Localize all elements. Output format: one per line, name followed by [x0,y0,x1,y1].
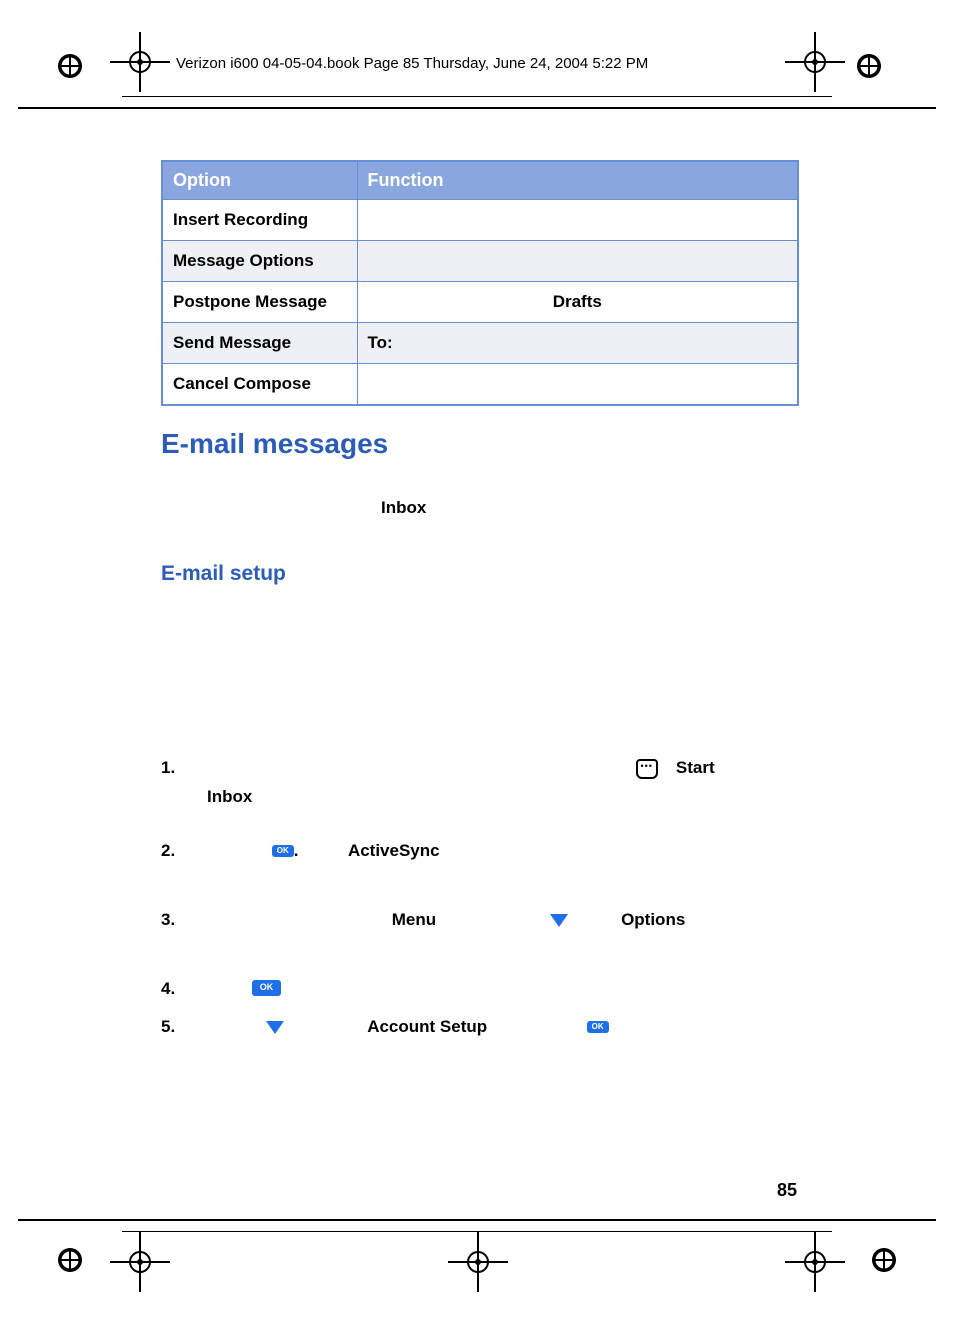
cross-mark-icon [110,1232,170,1292]
steps-list: 1. Start Inbox 2. OK. ActiveSync 3. [161,756,799,1040]
cell-function-text: Drafts [553,292,602,311]
activesync-label: ActiveSync [348,841,440,860]
page-header: Verizon i600 04-05-04.book Page 85 Thurs… [176,55,648,72]
start-label: Start [676,758,715,777]
inbox-label: Inbox [381,498,799,518]
down-arrow-icon [550,914,568,927]
cell-option: Message Options [162,241,357,282]
cross-mark-icon [448,1232,508,1292]
divider [122,96,832,97]
cell-function-text: To: [368,333,393,352]
step-number: 4. [161,977,197,1002]
content-area: Option Function Insert Recording Message… [161,160,799,1070]
reg-mark-icon [855,52,883,80]
list-item: 1. Start Inbox [161,756,799,809]
step-number: 2. [161,839,197,864]
reg-mark-icon [56,1246,84,1274]
step-body: OK. ActiveSync [197,839,799,864]
table-header-option: Option [162,161,357,200]
account-setup-label: Account Setup [367,1017,487,1036]
step-body: Start Inbox [197,756,799,809]
reg-mark-icon [56,52,84,80]
cell-option: Send Message [162,323,357,364]
table-row: Cancel Compose [162,364,798,406]
cell-function: To: [357,323,798,364]
reg-mark-icon [870,1246,898,1274]
inbox-label-step: Inbox [207,785,252,810]
step-number: 3. [161,908,197,933]
cross-mark-icon [785,32,845,92]
step-body: Account Setup OK [197,1015,799,1040]
cell-option: Cancel Compose [162,364,357,406]
cross-mark-icon [785,1232,845,1292]
cell-function [357,241,798,282]
dot: . [294,841,299,860]
table-row: Insert Recording [162,200,798,241]
ok-button-icon: OK [587,1021,609,1033]
cell-function [357,200,798,241]
heading-email-messages: E-mail messages [161,428,799,460]
table-row: Postpone Message Drafts [162,282,798,323]
table-row: Send Message To: [162,323,798,364]
options-table: Option Function Insert Recording Message… [161,160,799,406]
cell-option: Postpone Message [162,282,357,323]
start-key-icon [636,759,658,779]
list-item: 3. Menu Options [161,908,799,933]
cell-function [357,364,798,406]
ok-button-icon: OK [252,980,282,996]
divider [122,1231,832,1232]
table-row: Message Options [162,241,798,282]
options-label: Options [621,910,685,929]
menu-label: Menu [392,910,436,929]
cross-mark-icon [110,32,170,92]
down-arrow-icon [266,1021,284,1034]
heading-email-setup: E-mail setup [161,562,799,586]
page-number: 85 [777,1180,797,1201]
divider [18,107,936,109]
divider [18,1219,936,1221]
table-header-function: Function [357,161,798,200]
step-body: OK [197,977,799,1002]
ok-button-icon: OK [272,845,294,857]
list-item: 4. OK [161,977,799,1002]
cell-option: Insert Recording [162,200,357,241]
list-item: 2. OK. ActiveSync [161,839,799,864]
cell-function: Drafts [357,282,798,323]
step-number: 5. [161,1015,197,1040]
step-number: 1. [161,756,197,781]
list-item: 5. Account Setup OK [161,1015,799,1040]
step-body: Menu Options [197,908,799,933]
